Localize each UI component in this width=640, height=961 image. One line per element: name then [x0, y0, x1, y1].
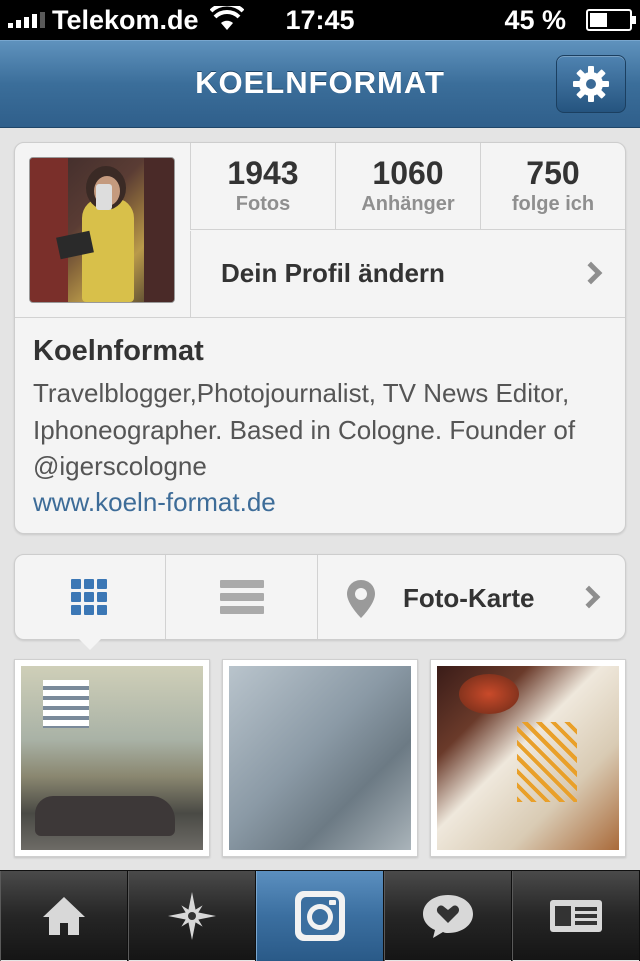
tab-camera[interactable] [256, 871, 384, 961]
gear-icon [573, 66, 609, 102]
chevron-right-icon [577, 585, 601, 609]
tab-news[interactable] [384, 871, 512, 961]
chevron-right-icon [579, 261, 603, 285]
photo-thumbnail[interactable] [430, 659, 626, 857]
list-view-button[interactable] [166, 555, 318, 639]
profile-name: Koelnformat [33, 335, 204, 367]
photo-map-label: Foto-Karte [403, 583, 535, 613]
grid-view-icon [71, 579, 107, 615]
map-pin-icon [347, 580, 375, 618]
battery-icon [586, 9, 636, 31]
tab-profile[interactable] [512, 871, 640, 961]
page-title: KOELNFORMAT [195, 65, 445, 100]
stat-value: 1060 [372, 155, 444, 191]
edit-profile-button[interactable]: Dein Profil ändern [190, 231, 625, 317]
stat-following[interactable]: 750 folge ich [481, 143, 625, 229]
tab-bar [0, 870, 640, 961]
stat-label: folge ich [511, 193, 595, 215]
settings-button[interactable] [556, 55, 626, 113]
profile-bio: Travelblogger,Photojournalist, TV News E… [33, 378, 576, 481]
selected-view-pointer [78, 638, 102, 650]
profile-website-link[interactable]: www.koeln-format.de [33, 487, 276, 518]
navigation-bar: KOELNFORMAT [0, 40, 640, 128]
stat-label: Fotos [235, 193, 291, 215]
stat-label: Anhänger [361, 193, 455, 215]
photo-thumbnail[interactable] [222, 659, 418, 857]
edit-profile-label: Dein Profil ändern [221, 258, 445, 288]
stat-photos[interactable]: 1943 Fotos [191, 143, 336, 229]
stat-value: 750 [526, 155, 580, 191]
view-switcher: Foto-Karte [14, 554, 626, 640]
avatar[interactable] [29, 157, 175, 303]
tab-explore[interactable] [128, 871, 256, 961]
status-bar: Telekom.de 17:45 45 % [0, 0, 640, 40]
profile-stats: 1943 Fotos 1060 Anhänger 750 folge ich [190, 143, 625, 230]
divider [15, 317, 625, 318]
stat-followers[interactable]: 1060 Anhänger [336, 143, 481, 229]
profile-icon [550, 900, 602, 932]
stat-value: 1943 [227, 155, 299, 191]
camera-icon [295, 891, 345, 941]
home-icon [43, 897, 85, 935]
photo-map-button[interactable]: Foto-Karte [318, 555, 625, 639]
tab-home[interactable] [0, 871, 128, 961]
photo-thumbnail[interactable] [14, 659, 210, 857]
list-view-icon [220, 580, 264, 619]
explore-icon [168, 892, 216, 940]
grid-view-button[interactable] [15, 555, 166, 639]
profile-card: 1943 Fotos 1060 Anhänger 750 folge ich D… [14, 142, 626, 534]
battery-percentage: 45 % [504, 5, 566, 35]
news-icon [423, 895, 473, 938]
